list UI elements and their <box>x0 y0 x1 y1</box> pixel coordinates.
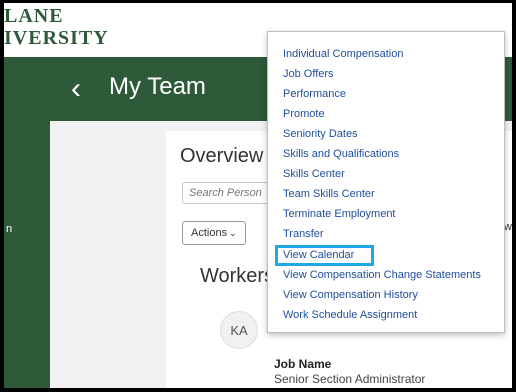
menu-item-promote[interactable]: Promote <box>283 107 325 121</box>
menu-item-team-skills-center[interactable]: Team Skills Center <box>283 187 375 201</box>
avatar[interactable]: KA <box>220 311 258 349</box>
back-button[interactable]: ‹ <box>62 69 90 109</box>
menu-item-individual-compensation[interactable]: Individual Compensation <box>283 47 403 61</box>
workers-title: Workers <box>200 265 275 287</box>
menu-item-skills-center[interactable]: Skills Center <box>283 167 345 181</box>
logo-line-1: LANE <box>4 5 64 27</box>
view-calendar-highlight <box>275 245 374 266</box>
menu-item-transfer[interactable]: Transfer <box>283 227 324 241</box>
menu-item-seniority-dates[interactable]: Seniority Dates <box>283 127 358 141</box>
menu-item-terminate-employment[interactable]: Terminate Employment <box>283 207 396 221</box>
page-title: My Team <box>109 73 206 100</box>
menu-item-skills-and-qualifications[interactable]: Skills and Qualifications <box>283 147 399 161</box>
job-name-value: Senior Section Administrator <box>274 372 426 386</box>
left-rail <box>4 121 50 388</box>
left-edge-text: n <box>6 223 13 235</box>
right-edge-text: w <box>504 221 512 233</box>
logo-line-2: IVERSITY <box>4 27 109 49</box>
actions-label: Actions <box>191 227 228 239</box>
menu-item-performance[interactable]: Performance <box>283 87 346 101</box>
menu-item-view-compensation-history[interactable]: View Compensation History <box>283 288 418 302</box>
overview-title: Overview <box>180 145 264 167</box>
job-name-label: Job Name <box>274 357 332 371</box>
app-frame: LANE IVERSITY ‹ My Team n Overview Actio… <box>4 3 512 388</box>
actions-button[interactable]: Actions ⌄ <box>182 221 246 245</box>
menu-item-view-compensation-change-statements[interactable]: View Compensation Change Statements <box>283 268 481 282</box>
chevron-down-icon: ⌄ <box>229 228 237 238</box>
menu-item-job-offers[interactable]: Job Offers <box>283 67 334 81</box>
menu-item-work-schedule-assignment[interactable]: Work Schedule Assignment <box>283 308 417 322</box>
